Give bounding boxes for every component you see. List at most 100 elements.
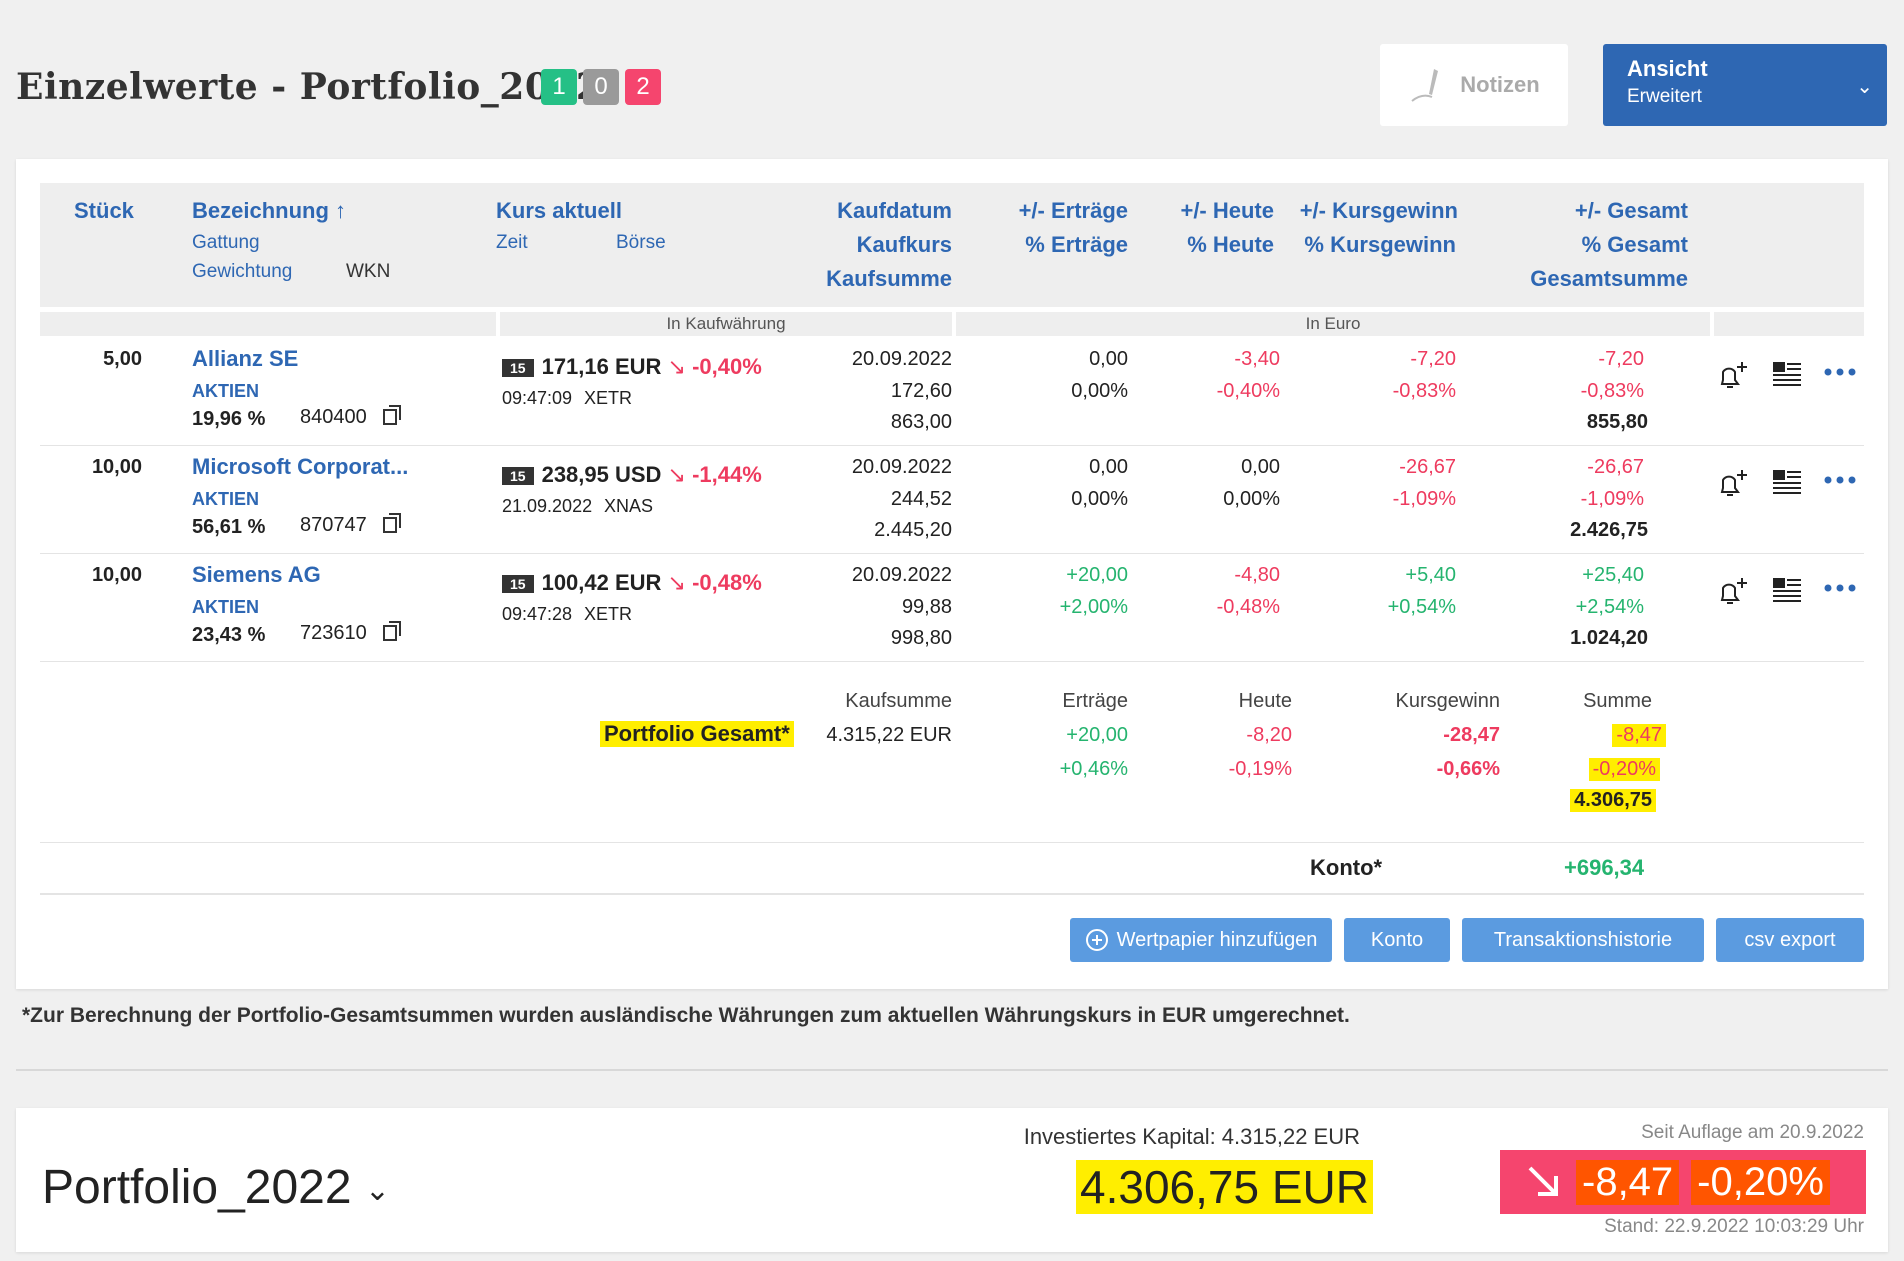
totals-summe: -8,47 (1612, 724, 1666, 747)
row-name-link[interactable]: Microsoft Corporat... (192, 454, 408, 480)
totals-gesamt: 4.306,75 (1570, 789, 1656, 812)
col-kursgewinn[interactable]: +/- Kursgewinn (1300, 194, 1458, 228)
row-heute: -3,40 (1234, 348, 1280, 370)
row-kurs: 100,42 EUR (541, 570, 662, 595)
col-gesamtsumme[interactable]: Gesamtsumme (1530, 262, 1688, 296)
totals-ertraege: +20,00 (1066, 724, 1128, 746)
col-pct-gesamt[interactable]: % Gesamt (1582, 228, 1688, 262)
row-kaufkurs: 172,60 (890, 380, 952, 402)
col-gewichtung[interactable]: Gewichtung (192, 261, 292, 283)
view-dropdown[interactable]: Ansicht Erweitert ⌄ (1603, 44, 1887, 126)
performance-change: -8,47 (1576, 1159, 1680, 1205)
row-gewichtung: 19,96 % (192, 408, 266, 430)
col-stueck[interactable]: Stück (74, 194, 134, 228)
performance-box: -8,47 -0,20% (1500, 1150, 1866, 1214)
col-gattung[interactable]: Gattung (192, 232, 260, 254)
col-pct-heute[interactable]: % Heute (1187, 228, 1274, 262)
row-stueck: 10,00 (91, 456, 142, 478)
totals-head-kaufsumme: Kaufsumme (845, 690, 952, 712)
arrow-down-icon: ↘ (661, 354, 693, 379)
row-kursgewinn: +5,40 (1405, 564, 1456, 586)
row-kaufsumme: 2.445,20 (874, 519, 952, 541)
col-bezeichnung[interactable]: Bezeichnung ↑ (192, 194, 346, 228)
row-gesamt: +25,40 (1582, 564, 1644, 586)
col-kaufkurs[interactable]: Kaufkurs (857, 228, 952, 262)
row-gesamtsumme: 855,80 (1586, 411, 1648, 433)
footnote: *Zur Berechnung der Portfolio-Gesamtsumm… (22, 1004, 1350, 1027)
alarm-add-icon[interactable] (1716, 358, 1750, 392)
row-zeit: 21.09.2022 (502, 496, 593, 516)
chevron-down-icon: ⌄ (364, 1173, 391, 1207)
more-options-icon[interactable] (1824, 474, 1856, 486)
row-kurs: 238,95 USD (541, 462, 662, 487)
row-boerse: XETR (584, 604, 633, 624)
row-pct-ertraege: +2,00% (1059, 596, 1128, 618)
row-ertraege: 0,00 (1089, 348, 1128, 370)
badge-positive: 1 (541, 69, 577, 105)
row-gattung: AKTIEN (192, 597, 259, 617)
row-kurs-pct: -1,44% (692, 462, 762, 487)
add-security-label: Wertpapier hinzufügen (1116, 928, 1318, 951)
csv-export-button[interactable]: csv export (1716, 918, 1864, 962)
col-kurs[interactable]: Kurs aktuell (496, 194, 622, 228)
row-pct-heute: -0,40% (1216, 380, 1280, 402)
news-icon[interactable] (1772, 468, 1802, 498)
col-pct-kursgewinn[interactable]: % Kursgewinn (1304, 228, 1456, 262)
row-gesamtsumme: 2.426,75 (1570, 519, 1648, 541)
col-heute[interactable]: +/- Heute (1180, 194, 1274, 228)
portfolio-name: Portfolio_2022 (42, 1161, 352, 1214)
portfolio-selector[interactable]: Portfolio_2022 ⌄ (42, 1160, 390, 1215)
col-boerse[interactable]: Börse (616, 232, 666, 254)
news-icon[interactable] (1772, 360, 1802, 390)
copy-icon[interactable] (382, 404, 404, 428)
row-kaufdatum: 20.09.2022 (851, 564, 952, 586)
col-gesamt[interactable]: +/- Gesamt (1575, 194, 1688, 228)
totals-pct-summe: -0,20% (1588, 758, 1660, 781)
performance-change-pct: -0,20% (1691, 1159, 1830, 1205)
notes-button[interactable]: Notizen (1380, 44, 1568, 126)
row-gesamtsumme: 1.024,20 (1570, 627, 1648, 649)
row-gesamt: -7,20 (1598, 348, 1644, 370)
row-wkn: 723610 (300, 622, 367, 644)
row-pct-kursgewinn: +0,54% (1387, 596, 1456, 618)
row-gesamt: -26,67 (1587, 456, 1644, 478)
konto-value: +696,34 (1564, 855, 1645, 880)
row-kaufsumme: 998,80 (890, 627, 952, 649)
col-pct-ertraege[interactable]: % Erträge (1025, 228, 1128, 262)
row-kursgewinn: -26,67 (1399, 456, 1456, 478)
row-divider (40, 661, 1864, 662)
delay-tag: 15 (502, 467, 534, 486)
add-security-button[interactable]: Wertpapier hinzufügen (1070, 918, 1332, 962)
row-divider (40, 553, 1864, 554)
more-options-icon[interactable] (1824, 366, 1856, 378)
col-kaufsumme[interactable]: Kaufsumme (826, 262, 952, 296)
row-pct-kursgewinn: -1,09% (1392, 488, 1456, 510)
news-icon[interactable] (1772, 576, 1802, 606)
totals-head-heute: Heute (1238, 690, 1292, 712)
konto-label: Konto* (1310, 855, 1383, 880)
alarm-add-icon[interactable] (1716, 466, 1750, 500)
arrow-down-icon: ↘ (661, 462, 693, 487)
konto-button[interactable]: Konto (1344, 918, 1450, 962)
totals-kaufsumme: 4.315,22 EUR (826, 724, 952, 746)
totals-head-ertraege: Erträge (1062, 690, 1128, 712)
history-button[interactable]: Transaktionshistorie (1462, 918, 1704, 962)
copy-icon[interactable] (382, 620, 404, 644)
totals-heute: -8,20 (1246, 724, 1292, 746)
row-name-link[interactable]: Siemens AG (192, 562, 321, 588)
alarm-add-icon[interactable] (1716, 574, 1750, 608)
row-pct-gesamt: +2,54% (1575, 596, 1644, 618)
copy-icon[interactable] (382, 512, 404, 536)
row-pct-gesamt: -1,09% (1580, 488, 1644, 510)
col-kaufdatum[interactable]: Kaufdatum (837, 194, 952, 228)
portfolio-value: 4.306,75 EUR (1076, 1160, 1373, 1214)
row-zeit: 09:47:28 (502, 604, 573, 624)
col-ertraege[interactable]: +/- Erträge (1019, 194, 1128, 228)
timestamp: Stand: 22.9.2022 10:03:29 Uhr (1604, 1216, 1864, 1237)
delay-tag: 15 (502, 359, 534, 378)
row-name-link[interactable]: Allianz SE (192, 346, 298, 372)
row-heute: 0,00 (1241, 456, 1280, 478)
more-options-icon[interactable] (1824, 582, 1856, 594)
row-kurs-pct: -0,48% (692, 570, 762, 595)
col-zeit[interactable]: Zeit (496, 232, 528, 254)
